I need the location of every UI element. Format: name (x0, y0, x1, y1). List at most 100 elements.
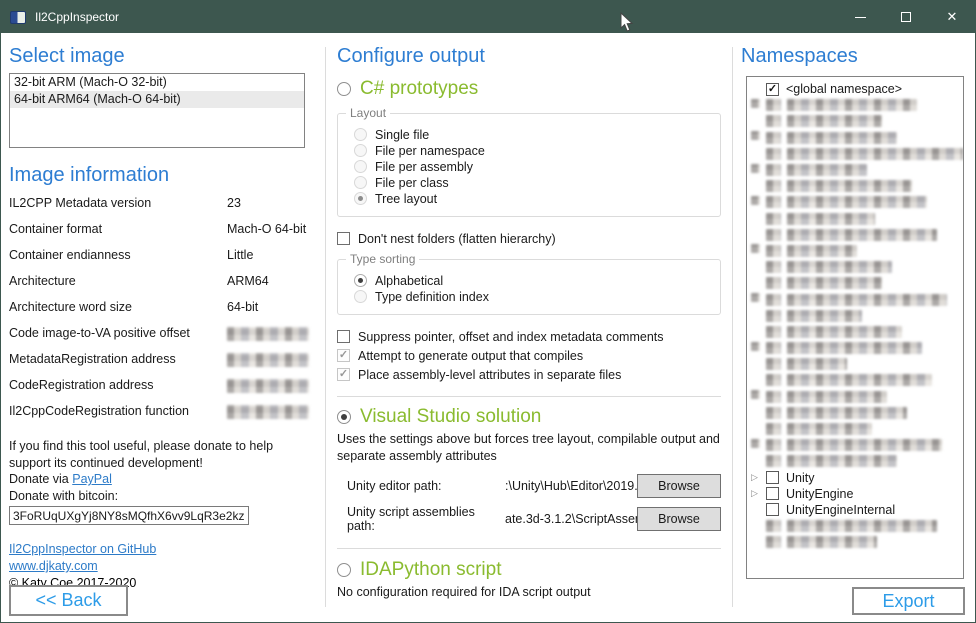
redacted-checkbox (766, 439, 781, 451)
expander-icon[interactable]: ▷ (751, 486, 766, 501)
checkbox-icon (337, 330, 350, 343)
namespace-row-redacted[interactable] (747, 340, 963, 356)
namespace-row[interactable]: UnityEngineInternal (747, 502, 963, 518)
layout-option-single-file[interactable]: Single file (354, 127, 710, 142)
checkbox-icon (337, 232, 350, 245)
back-button[interactable]: << Back (9, 585, 128, 616)
layout-option-file-per-assembly[interactable]: File per assembly (354, 159, 710, 174)
image-list-item[interactable]: 32-bit ARM (Mach-O 32-bit) (10, 74, 304, 91)
column-separator (732, 47, 733, 607)
browse-editor-path-button[interactable]: Browse (637, 474, 721, 498)
redacted-namespace-label (787, 245, 857, 257)
info-row: Container formatMach-O 64-bit (9, 222, 309, 248)
radio-icon (354, 274, 367, 287)
browse-assemblies-path-button[interactable]: Browse (637, 507, 721, 531)
namespace-row-redacted[interactable] (747, 97, 963, 113)
radio-icon (354, 290, 367, 303)
radio-icon (337, 410, 351, 424)
visual-studio-solution-radio[interactable]: Visual Studio solution (337, 406, 721, 428)
namespace-row-redacted[interactable] (747, 113, 963, 129)
redacted-namespace-label (787, 374, 932, 386)
redacted-value (227, 327, 309, 341)
minimize-button[interactable] (837, 1, 883, 33)
type-sorting-group-label: Type sorting (346, 252, 419, 266)
namespaces-panel: Namespaces <global namespace>▷Unity▷Unit… (741, 45, 969, 579)
section-separator (337, 396, 721, 397)
website-link[interactable]: www.djkaty.com (9, 559, 98, 573)
namespace-row-redacted[interactable] (747, 194, 963, 210)
redacted-checkbox (766, 245, 781, 257)
namespace-row-redacted[interactable] (747, 324, 963, 340)
namespace-row-redacted[interactable] (747, 534, 963, 550)
export-button[interactable]: Export (852, 587, 965, 615)
redacted-expander (751, 390, 760, 399)
info-value: ARM64 (227, 274, 269, 300)
redacted-namespace-label (787, 536, 877, 548)
paypal-link[interactable]: PayPal (72, 472, 112, 486)
info-value: 23 (227, 196, 241, 222)
namespace-row-redacted[interactable] (747, 308, 963, 324)
unity-script-assemblies-label: Unity script assemblies path: (347, 505, 505, 533)
redacted-namespace-label (787, 294, 947, 306)
namespace-row-redacted[interactable] (747, 356, 963, 372)
redacted-namespace-label (787, 229, 937, 241)
csharp-prototypes-radio[interactable]: C# prototypes (337, 78, 721, 100)
namespace-row-redacted[interactable] (747, 146, 963, 162)
flatten-hierarchy-checkbox[interactable]: Don't nest folders (flatten hierarchy) (337, 231, 721, 246)
info-value: Little (227, 248, 253, 274)
compilable-output-checkbox[interactable]: Attempt to generate output that compiles (337, 348, 721, 363)
redacted-expander (751, 164, 760, 173)
namespace-row-redacted[interactable] (747, 291, 963, 307)
info-value: Mach-O 64-bit (227, 222, 306, 248)
redacted-value (227, 353, 309, 367)
namespace-row-redacted[interactable] (747, 162, 963, 178)
redacted-checkbox (766, 261, 781, 273)
namespace-row-redacted[interactable] (747, 453, 963, 469)
idapython-script-radio[interactable]: IDAPython script (337, 559, 721, 581)
namespace-row-redacted[interactable] (747, 243, 963, 259)
redacted-expander (751, 244, 760, 253)
separate-attributes-checkbox[interactable]: Place assembly-level attributes in separ… (337, 367, 721, 382)
namespace-row[interactable]: ▷Unity (747, 470, 963, 486)
redacted-namespace-label (787, 148, 963, 160)
namespace-tree[interactable]: <global namespace> ▷Unity▷UnityEngineUnit… (746, 76, 964, 579)
namespace-row-redacted[interactable] (747, 259, 963, 275)
namespace-row-redacted[interactable] (747, 421, 963, 437)
layout-option-file-per-class[interactable]: File per class (354, 175, 710, 190)
close-icon: ✕ (947, 9, 958, 25)
donate-text: If you find this tool useful, please don… (9, 438, 309, 504)
close-button[interactable]: ✕ (929, 1, 975, 33)
namespace-checkbox[interactable] (766, 471, 779, 484)
maximize-button[interactable] (883, 1, 929, 33)
namespace-row-redacted[interactable] (747, 389, 963, 405)
namespace-row[interactable]: <global namespace> (747, 81, 963, 97)
redacted-checkbox (766, 196, 781, 208)
namespace-row-redacted[interactable] (747, 437, 963, 453)
namespace-row-redacted[interactable] (747, 227, 963, 243)
sorting-option-alphabetical[interactable]: Alphabetical (354, 273, 710, 288)
layout-option-tree-layout[interactable]: Tree layout (354, 191, 710, 206)
namespace-row-redacted[interactable] (747, 178, 963, 194)
image-listbox[interactable]: 32-bit ARM (Mach-O 32-bit) 64-bit ARM64 … (9, 73, 305, 148)
namespace-row-redacted[interactable] (747, 275, 963, 291)
unity-editor-path-value[interactable]: :\Unity\Hub\Editor\2019.2.8f1 (505, 479, 637, 493)
suppress-comments-checkbox[interactable]: Suppress pointer, offset and index metad… (337, 329, 721, 344)
unity-script-assemblies-value[interactable]: ate.3d-3.1.2\ScriptAssemblies (505, 512, 637, 526)
csharp-prototypes-label: C# prototypes (360, 78, 478, 100)
bitcoin-address-input[interactable] (9, 506, 249, 525)
namespace-checkbox[interactable] (766, 487, 779, 500)
namespace-row-redacted[interactable] (747, 518, 963, 534)
namespace-row-redacted[interactable] (747, 405, 963, 421)
namespace-checkbox[interactable] (766, 503, 779, 516)
checkbox-icon (337, 368, 350, 381)
expander-icon[interactable]: ▷ (751, 470, 766, 485)
namespace-row-redacted[interactable] (747, 130, 963, 146)
namespace-row-redacted[interactable] (747, 211, 963, 227)
namespace-row[interactable]: ▷UnityEngine (747, 486, 963, 502)
layout-option-file-per-namespace[interactable]: File per namespace (354, 143, 710, 158)
github-link[interactable]: Il2CppInspector on GitHub (9, 542, 156, 556)
image-list-item[interactable]: 64-bit ARM64 (Mach-O 64-bit) (10, 91, 304, 108)
sorting-option-type-definition-index[interactable]: Type definition index (354, 289, 710, 304)
namespace-row-redacted[interactable] (747, 372, 963, 388)
namespace-checkbox[interactable] (766, 83, 779, 96)
